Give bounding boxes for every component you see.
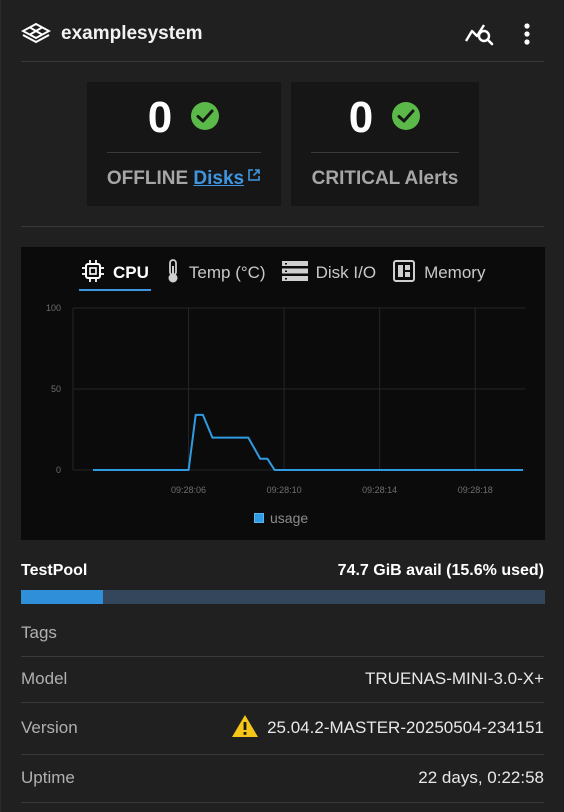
tab-cpu-label: CPU bbox=[113, 263, 149, 282]
tiles-divider bbox=[21, 226, 544, 227]
tags-key: Tags bbox=[21, 623, 57, 642]
info-row-uptime: Uptime 22 days, 0:22:58 bbox=[21, 754, 544, 803]
system-name: examplesystem bbox=[61, 23, 203, 44]
header-divider bbox=[21, 61, 544, 62]
tab-temp[interactable]: Temp (°C) bbox=[163, 257, 268, 289]
truenas-logo-icon bbox=[21, 19, 51, 49]
check-circle-icon bbox=[190, 101, 220, 136]
pool-row: TestPool 74.7 GiB avail (15.6% used) bbox=[21, 562, 544, 580]
tab-memory-label: Memory bbox=[424, 263, 486, 282]
performance-chart-panel: 100 50 0 09:28:06 09:28:10 09:28:14 09:28:18 bbox=[21, 247, 545, 540]
x-tick-label: 09:28:10 bbox=[267, 485, 302, 495]
disk-icon bbox=[281, 260, 308, 287]
more-vert-icon[interactable] bbox=[510, 17, 544, 51]
tile-divider bbox=[311, 152, 459, 153]
tab-memory[interactable]: Memory bbox=[390, 257, 487, 289]
info-row-tags: Tags bbox=[21, 610, 544, 657]
pool-usage-bar bbox=[21, 590, 545, 604]
tab-disk-io-label: Disk I/O bbox=[315, 263, 377, 282]
critical-alerts-count: 0 bbox=[348, 93, 374, 142]
legend-usage-label: usage bbox=[270, 510, 309, 526]
tab-temp-label: Temp (°C) bbox=[188, 263, 266, 282]
x-tick-label: 09:28:18 bbox=[458, 485, 493, 495]
warning-icon[interactable] bbox=[231, 714, 259, 743]
system-info-card: examplesystem 0 OFFLINE Disks 0 CRITICAL… bbox=[0, 0, 564, 812]
info-row-model: Model TRUENAS-MINI-3.0-X+ bbox=[21, 656, 544, 703]
version-value: 25.04.2-MASTER-20250504-234151 bbox=[267, 718, 544, 737]
offline-disks-label: OFFLINE Disks bbox=[87, 168, 281, 190]
check-circle-icon bbox=[391, 101, 421, 136]
tab-cpu[interactable]: CPU bbox=[79, 257, 151, 291]
thermometer-icon bbox=[165, 258, 181, 289]
x-tick-label: 09:28:14 bbox=[362, 485, 397, 495]
offline-label-text: OFFLINE bbox=[106, 168, 189, 189]
uptime-value: 22 days, 0:22:58 bbox=[418, 768, 544, 787]
pool-usage-fill bbox=[21, 590, 103, 604]
y-tick-label: 100 bbox=[46, 303, 61, 313]
version-key: Version bbox=[21, 718, 78, 737]
offline-disks-tile: 0 OFFLINE Disks bbox=[87, 82, 281, 206]
uptime-key: Uptime bbox=[21, 768, 75, 787]
x-tick-label: 09:28:06 bbox=[171, 485, 206, 495]
model-value: TRUENAS-MINI-3.0-X+ bbox=[365, 669, 544, 688]
offline-disks-count: 0 bbox=[147, 93, 173, 142]
disks-link[interactable]: Disks bbox=[193, 168, 244, 189]
y-tick-label: 0 bbox=[56, 465, 61, 475]
model-key: Model bbox=[21, 669, 68, 688]
info-row-version: Version 25.04.2-MASTER-20250504-234151 bbox=[21, 702, 544, 755]
tile-divider bbox=[107, 152, 261, 153]
legend-swatch bbox=[254, 513, 264, 523]
pool-summary: 74.7 GiB avail (15.6% used) bbox=[337, 562, 544, 579]
critical-alerts-tile: 0 CRITICAL Alerts bbox=[291, 82, 479, 206]
memory-icon bbox=[392, 259, 416, 288]
cpu-icon bbox=[81, 259, 105, 288]
pool-name: TestPool bbox=[21, 562, 88, 579]
card-header: examplesystem bbox=[21, 16, 544, 52]
version-value-group: 25.04.2-MASTER-20250504-234151 bbox=[231, 714, 544, 743]
chart-legend[interactable]: usage bbox=[254, 510, 308, 526]
y-tick-label: 50 bbox=[51, 384, 61, 394]
critical-alerts-label: CRITICAL Alerts bbox=[311, 168, 459, 189]
usage-series-line bbox=[93, 413, 523, 471]
chart-tabs: CPU Temp (°C) Disk I/O Memory bbox=[79, 257, 487, 291]
tab-disk-io[interactable]: Disk I/O bbox=[280, 257, 378, 289]
open-in-new-icon[interactable] bbox=[247, 166, 261, 188]
reports-search-icon[interactable] bbox=[462, 17, 496, 51]
